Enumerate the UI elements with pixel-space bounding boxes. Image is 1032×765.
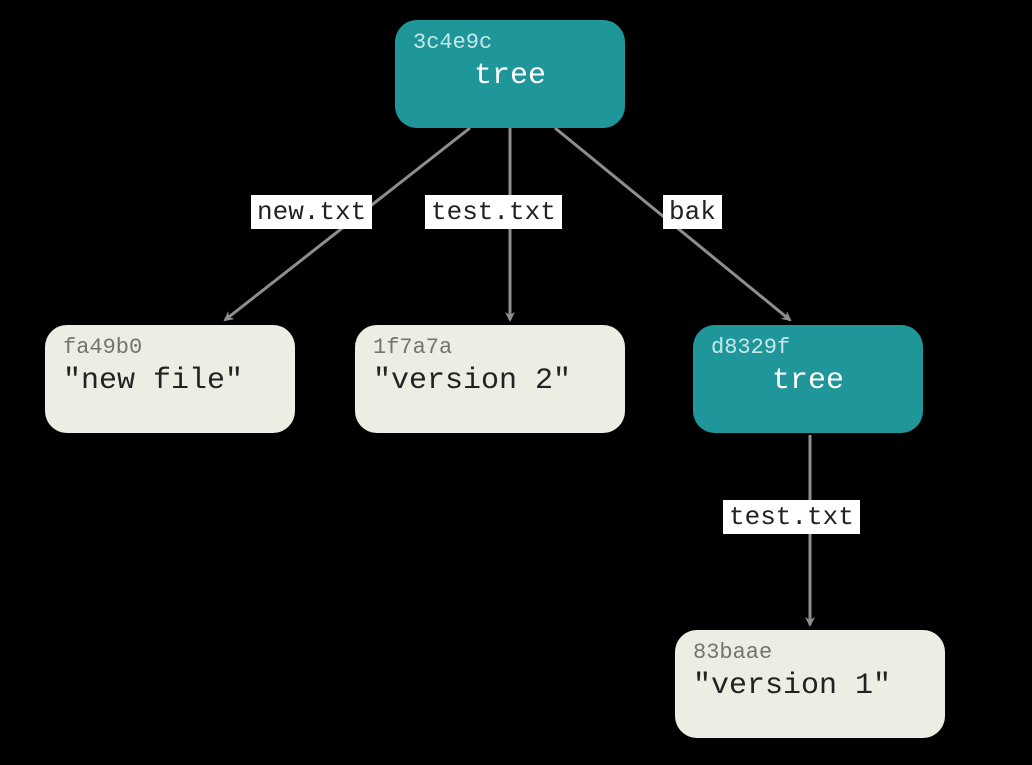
node-subtree-bak: d8329f tree — [693, 325, 923, 433]
node-blob-v1-hash: 83baae — [693, 640, 927, 665]
git-tree-diagram: 3c4e9c tree fa49b0 "new file" 1f7a7a "ve… — [0, 0, 1032, 765]
node-root-hash: 3c4e9c — [413, 30, 607, 55]
node-blob-new-hash: fa49b0 — [63, 335, 277, 360]
node-subtree-bak-hash: d8329f — [711, 335, 905, 360]
edge-label-test-txt: test.txt — [425, 195, 562, 229]
edge-label-new-txt: new.txt — [251, 195, 372, 229]
node-blob-new: fa49b0 "new file" — [45, 325, 295, 433]
node-blob-v2-label: "version 2" — [373, 364, 607, 398]
node-blob-v1: 83baae "version 1" — [675, 630, 945, 738]
node-blob-v2: 1f7a7a "version 2" — [355, 325, 625, 433]
edge-label-bak: bak — [663, 195, 722, 229]
node-root-label: tree — [413, 59, 607, 93]
edge-label-bak-test-txt: test.txt — [723, 500, 860, 534]
node-blob-v1-label: "version 1" — [693, 669, 927, 703]
node-blob-v2-hash: 1f7a7a — [373, 335, 607, 360]
node-subtree-bak-label: tree — [711, 364, 905, 398]
node-blob-new-label: "new file" — [63, 364, 277, 398]
node-root-tree: 3c4e9c tree — [395, 20, 625, 128]
